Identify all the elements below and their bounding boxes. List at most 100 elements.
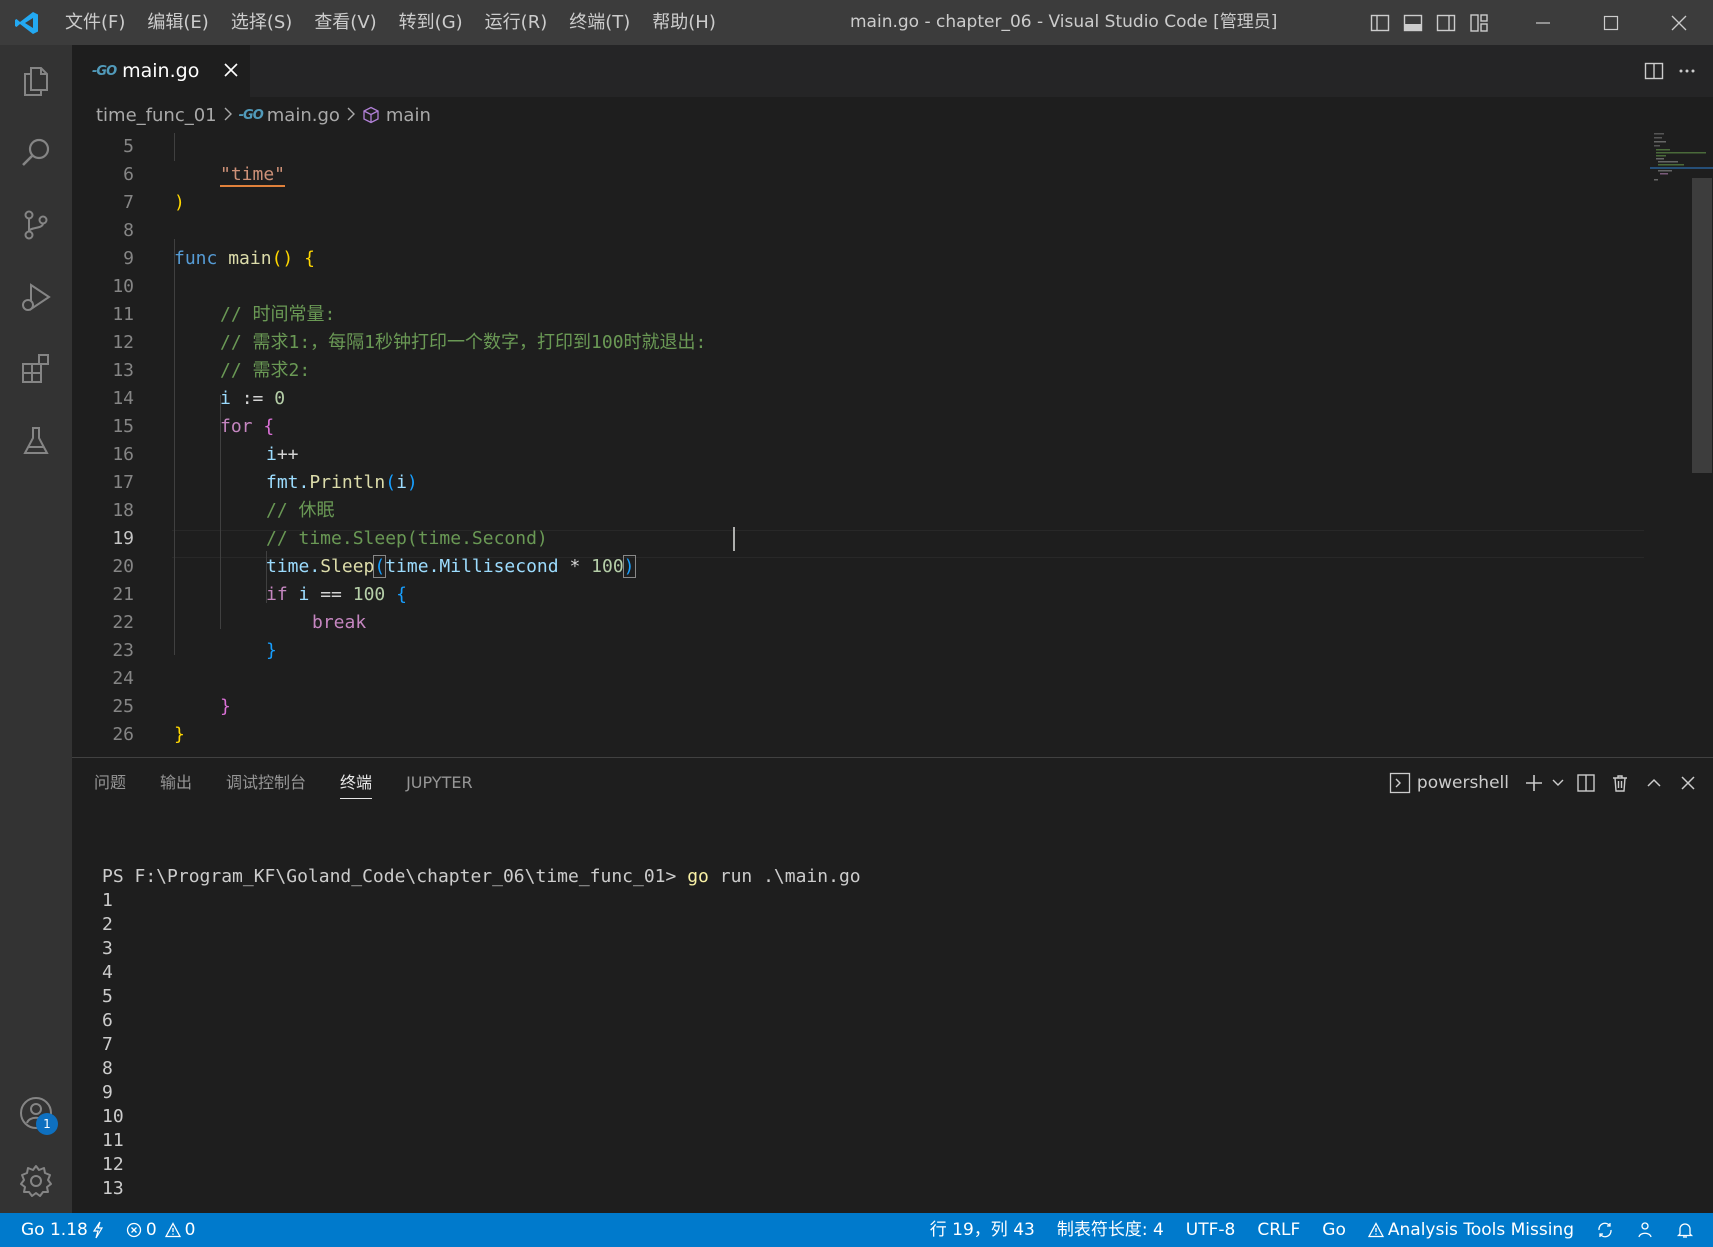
editor-scrollbar[interactable] — [1692, 178, 1712, 473]
code-line-11: // 需求1:，每隔1秒钟打印一个数字，打印到100时就退出: — [72, 301, 1572, 353]
title-actions — [1363, 0, 1713, 45]
extensions-icon[interactable] — [0, 333, 72, 405]
editor-tab-bar: -GO main.go — [72, 45, 1713, 97]
code-line-8: func main() { — [72, 217, 1572, 269]
go-version-label: Go 1.18 — [21, 1220, 88, 1240]
bracket: } — [266, 640, 277, 661]
code-line-17: // 休眠 — [72, 469, 1572, 521]
tab-terminal[interactable]: 终端 — [340, 758, 373, 808]
menu-run[interactable]: 运行(R) — [474, 0, 559, 45]
maximize-panel-chevron-up-icon[interactable] — [1637, 758, 1671, 808]
run-debug-icon[interactable] — [0, 261, 72, 333]
bottom-panel: 问题 输出 调试控制台 终端 JUPYTER powershell PS F:\… — [72, 757, 1713, 1213]
terminal-dropdown-chevron-icon[interactable] — [1547, 758, 1569, 808]
code-line-6: ) — [72, 161, 1572, 213]
code-line-20: if i == 100 { — [72, 553, 1572, 605]
text-cursor — [733, 527, 735, 551]
close-window-icon[interactable] — [1645, 0, 1713, 45]
error-icon — [126, 1222, 142, 1238]
minimize-icon[interactable] — [1509, 0, 1577, 45]
language-mode-status[interactable]: Go — [1311, 1213, 1357, 1247]
new-terminal-plus-icon[interactable] — [1521, 758, 1547, 808]
menu-selection[interactable]: 选择(S) — [220, 0, 303, 45]
menu-go[interactable]: 转到(G) — [388, 0, 474, 45]
explorer-icon[interactable] — [0, 45, 72, 117]
bracket: ) — [174, 192, 185, 213]
split-editor-icon[interactable] — [1637, 49, 1670, 94]
go-file-icon: -GO — [238, 107, 264, 123]
warning-icon — [164, 1222, 181, 1238]
analysis-tools-status[interactable]: Analysis Tools Missing — [1357, 1213, 1585, 1247]
code-editor[interactable]: 5 6 7 8 9 10 11 12 13 14 15 16 17 18 19 … — [72, 133, 1713, 757]
toggle-secondary-sidebar-icon[interactable] — [1429, 0, 1462, 45]
feedback-icon[interactable] — [1625, 1213, 1665, 1247]
code-line-24: } — [72, 665, 1572, 717]
terminal-shell-name[interactable]: powershell — [1417, 773, 1509, 793]
terminal-output-line: 11 — [102, 1130, 124, 1151]
tab-output[interactable]: 输出 — [160, 758, 192, 808]
status-bar: Go 1.18 0 0 行 19，列 43 制表符长度: 4 UTF-8 CRL… — [0, 1213, 1713, 1247]
menu-file[interactable]: 文件(F) — [54, 0, 136, 45]
symbol-method-icon — [362, 106, 380, 124]
panel-actions: powershell — [1387, 758, 1713, 808]
notifications-bell-icon[interactable] — [1665, 1213, 1705, 1247]
terminal-output-line: 6 — [102, 1010, 113, 1031]
toggle-panel-icon[interactable] — [1396, 0, 1429, 45]
breadcrumb: time_func_01 -GO main.go main — [72, 97, 1713, 133]
search-icon[interactable] — [0, 117, 72, 189]
keyword: func — [174, 248, 218, 269]
accounts-icon[interactable]: 1 — [0, 1077, 72, 1149]
breadcrumb-symbol[interactable]: main — [386, 105, 431, 126]
code-line-25: } — [72, 693, 1572, 745]
analysis-tools-label: Analysis Tools Missing — [1387, 1220, 1574, 1240]
split-terminal-icon[interactable] — [1569, 758, 1603, 808]
go-version-status[interactable]: Go 1.18 — [10, 1213, 115, 1247]
problems-status[interactable]: 0 0 — [115, 1213, 207, 1247]
customize-layout-icon[interactable] — [1462, 0, 1495, 45]
menu-terminal[interactable]: 终端(T) — [558, 0, 641, 45]
breadcrumb-file[interactable]: main.go — [267, 105, 340, 126]
maximize-icon[interactable] — [1577, 0, 1645, 45]
function-name: main — [228, 248, 272, 269]
testing-flask-icon[interactable] — [0, 405, 72, 477]
activity-bar: 1 — [0, 45, 72, 1213]
error-count: 0 — [145, 1220, 157, 1240]
cursor-position-status[interactable]: 行 19，列 43 — [919, 1213, 1046, 1247]
tab-problems[interactable]: 问题 — [94, 758, 126, 808]
menu-help[interactable]: 帮助(H) — [641, 0, 727, 45]
toggle-primary-sidebar-icon[interactable] — [1363, 0, 1396, 45]
tab-debug-console[interactable]: 调试控制台 — [226, 758, 306, 808]
code-line-13: i := 0 — [72, 357, 1572, 409]
tab-jupyter[interactable]: JUPYTER — [406, 758, 473, 808]
eol-status[interactable]: CRLF — [1246, 1213, 1311, 1247]
window-title: main.go - chapter_06 - Visual Studio Cod… — [850, 12, 1278, 32]
chevron-right-icon — [223, 105, 233, 126]
terminal-output-line: 4 — [102, 962, 113, 983]
terminal-output-line: 12 — [102, 1154, 124, 1175]
bracket: { — [304, 248, 315, 269]
breadcrumb-folder[interactable]: time_func_01 — [96, 105, 217, 126]
tab-label: main.go — [122, 60, 200, 82]
menu-view[interactable]: 查看(V) — [303, 0, 387, 45]
sync-status-icon[interactable] — [1585, 1213, 1625, 1247]
tab-size-status[interactable]: 制表符长度: 4 — [1046, 1213, 1175, 1247]
close-panel-icon[interactable] — [1671, 758, 1705, 808]
more-actions-icon[interactable] — [1670, 49, 1703, 94]
code-line-15: i++ — [72, 413, 1572, 465]
close-tab-icon[interactable] — [220, 59, 242, 81]
settings-gear-icon[interactable] — [0, 1145, 72, 1217]
terminal-command-line: PS F:\Program_KF\Goland_Code\chapter_06\… — [102, 865, 861, 889]
terminal-output-line: 9 — [102, 1082, 113, 1103]
menu-edit[interactable]: 编辑(E) — [136, 0, 219, 45]
terminal-output[interactable]: PS F:\Program_KF\Goland_Code\chapter_06\… — [102, 865, 861, 1201]
encoding-status[interactable]: UTF-8 — [1175, 1213, 1247, 1247]
terminal-output-line: 10 — [102, 1106, 124, 1127]
code-line-19: time.Sleep(time.Millisecond * 100) — [72, 525, 1572, 578]
code-line-12: // 需求2: — [72, 329, 1572, 381]
kill-terminal-trash-icon[interactable] — [1603, 758, 1637, 808]
warning-icon — [1367, 1222, 1384, 1238]
tab-main-go[interactable]: -GO main.go — [72, 45, 250, 97]
menu-bar: 文件(F) 编辑(E) 选择(S) 查看(V) 转到(G) 运行(R) 终端(T… — [54, 0, 727, 45]
source-control-icon[interactable] — [0, 189, 72, 261]
bracket: } — [174, 724, 185, 745]
